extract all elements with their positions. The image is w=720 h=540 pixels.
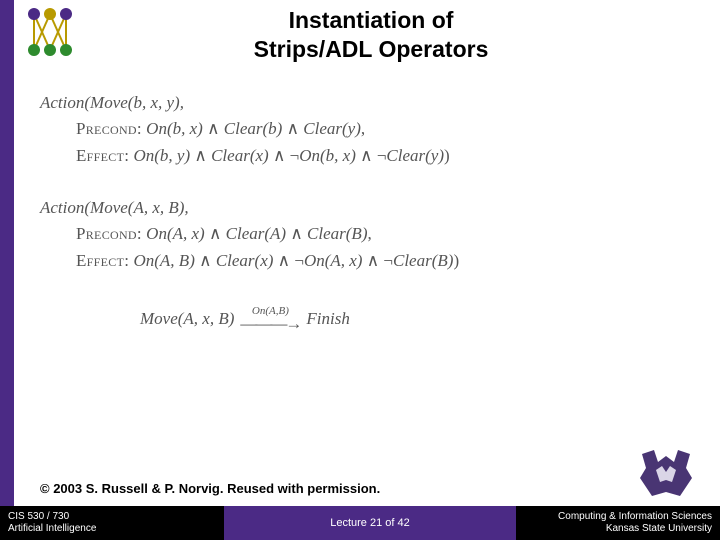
operator-block-generic: Action(Move(b, x, y), Precond: On(b, x) …	[40, 90, 680, 169]
title-line-2: Strips/ADL Operators	[254, 36, 489, 62]
labeled-arrow-icon: On(A,B) ———→	[240, 306, 300, 332]
precond-line: Precond: On(b, x) ∧ Clear(b) ∧ Clear(y),	[76, 116, 680, 142]
department: Computing & Information Sciences	[520, 511, 712, 524]
action-line: Action(Move(A, x, B),	[40, 195, 680, 221]
footer-right: Computing & Information Sciences Kansas …	[520, 511, 720, 536]
footer-bar: CIS 530 / 730 Artificial Intelligence Le…	[0, 506, 720, 540]
credit-line: © 2003 S. Russell & P. Norvig. Reused wi…	[40, 481, 380, 496]
slide-body: Action(Move(b, x, y), Precond: On(b, x) …	[40, 90, 680, 332]
footer-left: CIS 530 / 730 Artificial Intelligence	[0, 511, 220, 536]
university: Kansas State University	[520, 523, 712, 536]
course-name: Artificial Intelligence	[8, 523, 220, 536]
arrow-right-label: Finish	[306, 306, 349, 332]
lecture-number: Lecture 21 of 42	[330, 517, 410, 529]
title-line-1: Instantiation of	[289, 7, 454, 33]
plan-arrow: Move(A, x, B) On(A,B) ———→ Finish	[140, 306, 680, 332]
course-code: CIS 530 / 730	[8, 511, 220, 524]
network-logo-icon	[20, 4, 82, 60]
page-title: Instantiation of Strips/ADL Operators	[82, 0, 720, 64]
footer-center: Lecture 21 of 42	[224, 506, 516, 540]
arrow-left-label: Move(A, x, B)	[140, 306, 234, 332]
action-line: Action(Move(b, x, y),	[40, 90, 680, 116]
effect-line: Effect: On(A, B) ∧ Clear(x) ∧ ¬On(A, x) …	[76, 248, 680, 274]
header: Instantiation of Strips/ADL Operators	[14, 0, 720, 68]
ksu-wildcat-icon	[636, 448, 696, 500]
precond-line: Precond: On(A, x) ∧ Clear(A) ∧ Clear(B),	[76, 221, 680, 247]
effect-line: Effect: On(b, y) ∧ Clear(x) ∧ ¬On(b, x) …	[76, 143, 680, 169]
left-purple-bar	[0, 0, 14, 540]
operator-block-instance: Action(Move(A, x, B), Precond: On(A, x) …	[40, 195, 680, 274]
